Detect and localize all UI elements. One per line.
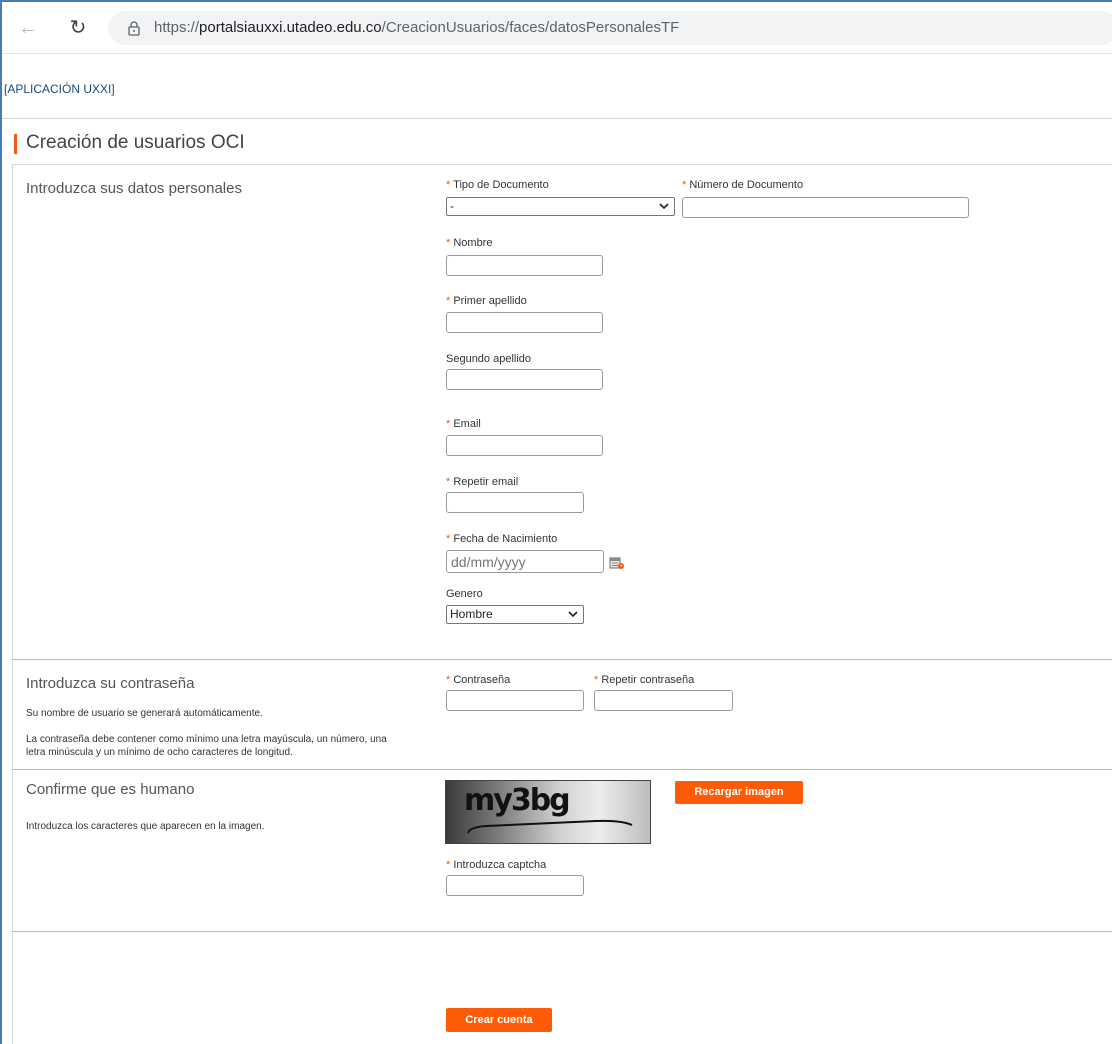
title-accent-bar: [14, 134, 17, 154]
segundo-apellido-label: Segundo apellido: [446, 353, 532, 365]
required-marker: *: [682, 179, 687, 191]
nombre-label: * Nombre: [446, 237, 492, 249]
url-host: portalsiauxxi.utadeo.edu.co: [199, 19, 382, 36]
app-brand-link[interactable]: [APLICACIÓN UXXI]: [4, 82, 115, 96]
required-marker: *: [446, 237, 451, 249]
contrasena-input[interactable]: [446, 690, 584, 711]
email-label-text: Email: [453, 418, 481, 430]
url-path: /CreacionUsuarios/faces/datosPersonalesT…: [381, 19, 680, 36]
url-text: https://portalsiauxxi.utadeo.edu.co/Crea…: [154, 19, 679, 36]
primer-apellido-label-text: Primer apellido: [453, 295, 527, 307]
fecha-nacimiento-label: * Fecha de Nacimiento: [446, 533, 557, 545]
url-scheme: https://: [154, 19, 200, 36]
tipo-documento-value: -: [450, 199, 454, 213]
chevron-down-icon: [568, 611, 578, 618]
title-divider: [12, 164, 1112, 165]
personal-section-title: Introduzca sus datos personales: [26, 180, 242, 197]
content-left-border: [12, 164, 13, 1044]
repetir-email-label-text: Repetir email: [453, 476, 519, 488]
repetir-email-label: * Repetir email: [446, 476, 518, 488]
tipo-documento-label: * Tipo de Documento: [446, 179, 549, 191]
contrasena-label-text: Contraseña: [453, 674, 511, 686]
required-marker: *: [446, 476, 451, 488]
password-section-title: Introduzca su contraseña: [26, 675, 195, 692]
genero-select[interactable]: Hombre: [446, 605, 584, 624]
genero-value: Hombre: [450, 607, 493, 621]
username-note: Su nombre de usuario se generará automát…: [26, 708, 263, 719]
lock-icon[interactable]: [126, 20, 142, 36]
reload-icon[interactable]: ↻: [64, 14, 92, 42]
required-marker: *: [446, 179, 451, 191]
primer-apellido-input[interactable]: [446, 312, 603, 333]
password-rules-line1: La contraseña debe contener como mínimo …: [26, 734, 387, 745]
address-bar[interactable]: https://portalsiauxxi.utadeo.edu.co/Crea…: [108, 11, 1112, 45]
back-arrow-icon[interactable]: ←: [14, 14, 42, 42]
reload-captcha-button[interactable]: Recargar imagen: [675, 781, 803, 804]
required-marker: *: [446, 674, 451, 686]
captcha-instructions: Introduzca los caracteres que aparecen e…: [26, 821, 265, 832]
brand-divider: [2, 118, 1112, 119]
section-divider: [12, 659, 1112, 660]
fecha-nacimiento-label-text: Fecha de Nacimiento: [453, 533, 558, 545]
repetir-contrasena-label-text: Repetir contraseña: [601, 674, 695, 686]
fecha-nacimiento-input[interactable]: [446, 550, 604, 573]
create-account-button[interactable]: Crear cuenta: [446, 1008, 552, 1032]
email-label: * Email: [446, 418, 481, 430]
window-frame-left: [0, 0, 2, 1044]
captcha-section-title: Confirme que es humano: [26, 781, 195, 798]
browser-toolbar: ← ↻ https://portalsiauxxi.utadeo.edu.co/…: [2, 2, 1112, 54]
required-marker: *: [446, 418, 451, 430]
required-marker: *: [446, 859, 451, 871]
page-title: Creación de usuarios OCI: [26, 132, 245, 153]
numero-documento-label-text: Número de Documento: [689, 179, 804, 191]
calendar-icon[interactable]: [609, 556, 625, 570]
primer-apellido-label: * Primer apellido: [446, 295, 527, 307]
captcha-label: * Introduzca captcha: [446, 859, 546, 871]
captcha-label-text: Introduzca captcha: [453, 859, 547, 871]
contrasena-label: * Contraseña: [446, 674, 510, 686]
required-marker: *: [446, 533, 451, 545]
password-rules-line2: letra minúscula y un mínimo de ocho cara…: [26, 747, 293, 758]
genero-label: Genero: [446, 588, 483, 600]
tipo-documento-label-text: Tipo de Documento: [453, 179, 549, 191]
section-divider: [12, 769, 1112, 770]
nombre-label-text: Nombre: [453, 237, 493, 249]
required-marker: *: [446, 295, 451, 307]
repetir-email-input[interactable]: [446, 492, 584, 513]
email-input[interactable]: [446, 435, 603, 456]
nombre-input[interactable]: [446, 255, 603, 276]
tipo-documento-select[interactable]: -: [446, 197, 675, 216]
repetir-contrasena-input[interactable]: [594, 690, 733, 711]
numero-documento-label: * Número de Documento: [682, 179, 803, 191]
section-divider: [12, 931, 1112, 932]
captcha-input[interactable]: [446, 875, 584, 896]
chevron-down-icon: [659, 203, 669, 210]
segundo-apellido-input[interactable]: [446, 369, 603, 390]
repetir-contrasena-label: * Repetir contraseña: [594, 674, 694, 686]
captcha-image: my3bg: [445, 780, 651, 844]
numero-documento-input[interactable]: [682, 197, 969, 218]
required-marker: *: [594, 674, 599, 686]
captcha-noise-line: [467, 819, 633, 834]
